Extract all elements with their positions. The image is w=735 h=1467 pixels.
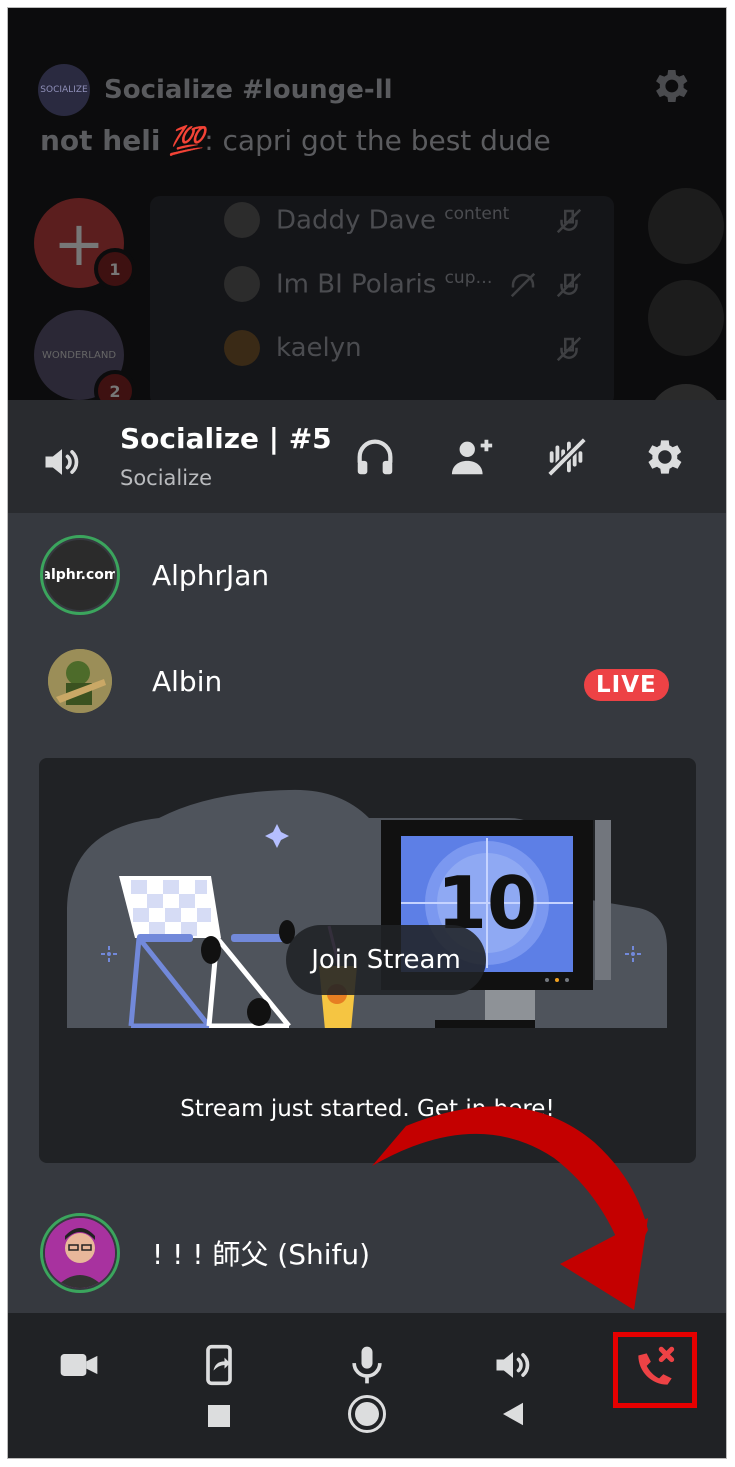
member-avatars	[640, 188, 726, 400]
stream-preview-card[interactable]: 10 Join Stream Stream just started. Get …	[39, 758, 696, 1163]
avatar	[224, 202, 260, 238]
server-channel-name: Socialize #lounge-ll	[104, 75, 393, 105]
live-badge: LIVE	[584, 669, 669, 701]
gear-icon[interactable]	[648, 64, 692, 108]
avatar	[48, 649, 112, 713]
avatar: alphr.com	[40, 535, 120, 615]
avatar	[224, 330, 260, 366]
microphone-button[interactable]	[332, 1343, 402, 1443]
video-camera-icon	[60, 1354, 98, 1376]
participant-row[interactable]: Albin	[48, 649, 222, 713]
voice-channel-server: Socialize	[120, 466, 213, 490]
microphone-icon	[352, 1346, 382, 1384]
message-author: not heli	[40, 124, 161, 157]
server-icon: SOCIALIZE	[38, 64, 90, 116]
deafened-icon	[510, 272, 536, 298]
user-tag: cup…	[444, 268, 493, 289]
screen-share-icon	[206, 1344, 232, 1386]
voice-user-name: Daddy Dave content	[276, 204, 510, 236]
participant-name: AlphrJan	[152, 558, 270, 592]
ping-badge: 2	[94, 370, 136, 400]
speaker-icon	[496, 1352, 530, 1378]
stream-caption: Stream just started. Get in here!	[180, 1096, 555, 1122]
noise-suppression-icon[interactable]	[544, 434, 590, 480]
avatar[interactable]	[648, 384, 724, 400]
headphones-icon[interactable]	[352, 434, 398, 480]
back-triangle-icon	[503, 1402, 523, 1426]
stop-icon	[208, 1405, 230, 1427]
participant-name: ! ! ! 師父 (Shifu)	[152, 1238, 371, 1271]
record-circle-icon	[348, 1395, 386, 1433]
screen-share-button[interactable]	[184, 1343, 254, 1443]
voice-user-name: kaelyn	[276, 333, 362, 363]
avatar-logo-text: alphr.com	[45, 567, 115, 583]
voice-user-row[interactable]: kaelyn	[224, 330, 362, 366]
avatar[interactable]	[648, 188, 724, 264]
voice-user-row[interactable]: Im BI Polaris cup…	[224, 266, 493, 302]
user-tag: content	[444, 204, 510, 225]
muted-mic-icon	[556, 336, 582, 362]
participant-row[interactable]: ! ! ! 師父 (Shifu)	[40, 1213, 370, 1293]
ping-badge: 1	[94, 248, 136, 290]
message-emoji: 💯	[169, 124, 205, 157]
dimmed-background: SOCIALIZE Socialize #lounge-ll not heli …	[8, 8, 726, 400]
avatar[interactable]	[648, 280, 724, 356]
muted-mic-icon	[556, 208, 582, 234]
call-controls	[8, 1313, 726, 1458]
participant-row[interactable]: alphr.com AlphrJan	[40, 535, 269, 615]
voice-user-name: Im BI Polaris cup…	[276, 268, 493, 300]
muted-mic-icon	[556, 272, 582, 298]
gear-icon[interactable]	[640, 434, 686, 480]
app-frame: SOCIALIZE Socialize #lounge-ll not heli …	[7, 7, 727, 1459]
camera-button[interactable]	[44, 1343, 114, 1443]
server-channel-row[interactable]: SOCIALIZE Socialize #lounge-ll	[38, 64, 393, 116]
speaker-button[interactable]	[478, 1343, 548, 1443]
avatar	[40, 1213, 120, 1293]
message-text: : capri got the best dude	[204, 124, 551, 157]
server-list: + 1 WONDERLAND 2	[8, 188, 136, 400]
speaker-icon[interactable]	[40, 440, 84, 484]
voice-header: Socialize | #5 Socialize	[8, 400, 726, 513]
voice-channel-title: Socialize | #5	[120, 422, 332, 455]
voice-user-row[interactable]: Daddy Dave content	[224, 202, 509, 238]
avatar	[224, 266, 260, 302]
last-message: not heli 💯: capri got the best dude	[40, 124, 551, 157]
highlight-box	[613, 1332, 697, 1408]
participant-name: Albin	[152, 664, 223, 698]
join-stream-button[interactable]: Join Stream	[286, 925, 486, 995]
participant-list: alphr.com AlphrJan Albin LIVE 10 Join St…	[8, 513, 726, 1313]
add-friend-icon[interactable]	[450, 434, 496, 480]
stream-illustration: 10	[67, 789, 667, 1030]
